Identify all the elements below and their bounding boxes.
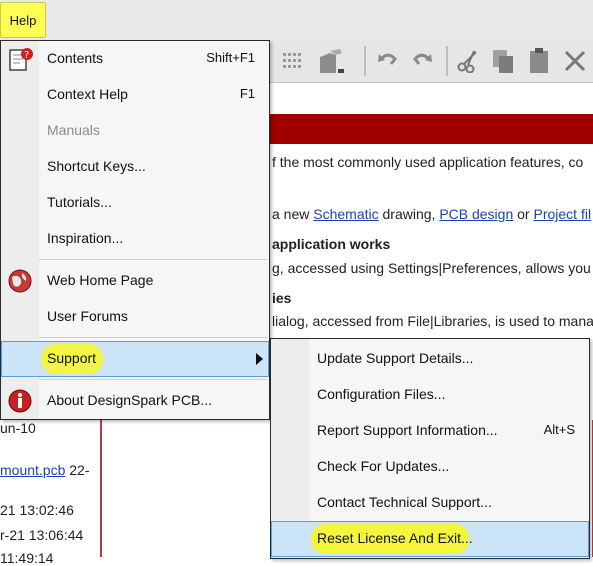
pcb-design-link[interactable]: PCB design <box>439 206 513 222</box>
menu-item-label: Update Support Details... <box>317 350 474 366</box>
submenu-arrow-icon <box>256 353 263 365</box>
menu-item-inspiration[interactable]: Inspiration... <box>1 221 269 257</box>
menu-item-contents[interactable]: ? Contents Shift+F1 <box>1 41 269 77</box>
doc-heading: application works <box>272 236 391 252</box>
menu-item-manuals: Manuals <box>1 113 269 149</box>
schematic-link[interactable]: Schematic <box>313 206 378 222</box>
support-submenu: Update Support Details... Configuration … <box>270 338 590 559</box>
menu-item-label: Shortcut Keys... <box>47 158 146 174</box>
shortcut-label: Alt+S <box>543 422 575 437</box>
doc-heading: ies <box>272 290 292 306</box>
project-file-link[interactable]: Project fil <box>533 206 591 222</box>
help-menu[interactable]: Help <box>0 2 46 38</box>
recent-file-row: mount.pcb 22- <box>0 462 90 478</box>
delete-icon[interactable] <box>560 46 590 76</box>
doc-line: lialog, accessed from File|Libraries, is… <box>272 313 593 329</box>
menu-item-label: User Forums <box>47 308 128 324</box>
undo-icon[interactable] <box>374 46 402 76</box>
help-contents-icon: ? <box>7 46 33 75</box>
toolbar-separator <box>364 46 366 76</box>
menu-item-label: Contact Technical Support... <box>317 494 492 510</box>
menu-item-label: Inspiration... <box>47 230 124 246</box>
recent-file-date: 22- <box>65 462 90 478</box>
menu-item-report-support-information[interactable]: Report Support Information... Alt+S <box>271 413 589 449</box>
menu-item-about[interactable]: About DesignSpark PCB... <box>1 383 269 419</box>
menu-item-user-forums[interactable]: User Forums <box>1 299 269 335</box>
doc-line: f the most commonly used application fea… <box>272 154 584 170</box>
cut-icon[interactable] <box>454 46 482 76</box>
menu-item-label: Contents <box>47 50 104 66</box>
menu-item-label: Reset License And Exit... <box>317 530 473 546</box>
redo-icon[interactable] <box>408 46 436 76</box>
help-dropdown: ? Contents Shift+F1 Context Help F1 Manu… <box>0 40 270 420</box>
menu-item-label: Report Support Information... <box>317 422 498 438</box>
doc-text: or <box>513 206 534 222</box>
menu-item-label: Manuals <box>47 122 100 138</box>
doc-line: g, accessed using Settings|Preferences, … <box>272 260 593 276</box>
menu-item-label: Web Home Page <box>47 272 154 288</box>
menu-item-tutorials[interactable]: Tutorials... <box>1 185 269 221</box>
menu-separator <box>39 259 267 260</box>
menu-item-configuration-files[interactable]: Configuration Files... <box>271 377 589 413</box>
info-icon <box>8 389 32 416</box>
menu-item-shortcut-keys[interactable]: Shortcut Keys... <box>1 149 269 185</box>
doc-text: drawing, <box>378 206 440 222</box>
menu-item-label: Tutorials... <box>47 194 112 210</box>
doc-links-line: a new Schematic drawing, PCB design or P… <box>272 206 591 222</box>
paste-icon[interactable] <box>524 46 554 76</box>
menu-separator <box>39 337 267 338</box>
divider <box>100 420 102 557</box>
menu-item-label: Configuration Files... <box>317 386 446 402</box>
menu-item-label: Support <box>47 350 97 366</box>
recent-item-date: r-21 13:06:44 <box>0 527 84 543</box>
menu-item-label: About DesignSpark PCB... <box>47 392 212 408</box>
svg-text:?: ? <box>24 50 29 61</box>
help-menu-label: Help <box>9 12 37 28</box>
menu-separator <box>39 379 267 380</box>
grid-icon[interactable] <box>280 46 306 76</box>
recent-item-date: un-10 <box>0 420 36 436</box>
recent-file-link[interactable]: mount.pcb <box>0 462 65 478</box>
shortcut-label: F1 <box>239 86 255 101</box>
menu-item-contact-technical-support[interactable]: Contact Technical Support... <box>271 485 589 521</box>
menu-item-check-for-updates[interactable]: Check For Updates... <box>271 449 589 485</box>
recent-item-date: 11:49:14 <box>0 550 54 566</box>
doc-text: a new <box>272 206 314 222</box>
menu-item-update-support-details[interactable]: Update Support Details... <box>271 341 589 377</box>
toolbar <box>270 40 593 83</box>
component-icon[interactable] <box>314 46 348 76</box>
document-header-bar <box>270 114 593 144</box>
menu-item-label: Context Help <box>47 86 128 102</box>
copy-icon[interactable] <box>488 46 518 76</box>
menu-item-web-home-page[interactable]: Web Home Page <box>1 263 269 299</box>
globe-icon <box>7 268 33 297</box>
recent-item-date: 21 13:02:46 <box>0 502 74 518</box>
menu-bar: Help <box>0 0 593 41</box>
menu-item-support[interactable]: Support <box>1 341 269 377</box>
menu-item-label: Check For Updates... <box>317 458 450 474</box>
menu-item-reset-license-and-exit[interactable]: Reset License And Exit... <box>271 521 589 557</box>
menu-item-context-help[interactable]: Context Help F1 <box>1 77 269 113</box>
shortcut-label: Shift+F1 <box>206 50 255 65</box>
toolbar-separator <box>446 46 448 76</box>
